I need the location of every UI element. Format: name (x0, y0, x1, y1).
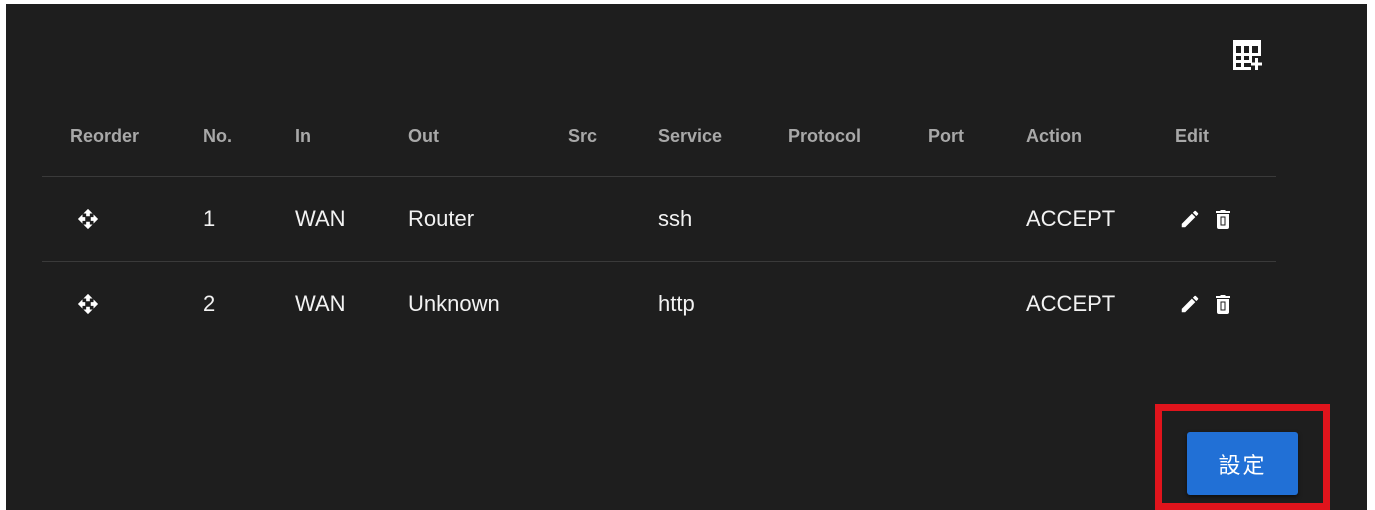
cell-edit-actions (1179, 177, 1231, 261)
cell-action: ACCEPT (1026, 291, 1116, 316)
header-action: Action (1026, 125, 1082, 146)
cell-service: ssh (658, 206, 693, 231)
header-protocol: Protocol (788, 125, 862, 146)
table-header-row: Reorder No. In Out Src Service Protocol … (42, 96, 1276, 177)
cell-service: http (658, 291, 695, 316)
trash-icon[interactable] (1215, 294, 1231, 314)
cell-in: WAN (295, 291, 346, 316)
table-row: 1 WAN Router ssh ACCEPT (42, 177, 1276, 262)
table-add-icon (1233, 40, 1262, 70)
rules-table: Reorder No. In Out Src Service Protocol … (42, 96, 1276, 346)
header-port: Port (928, 125, 964, 146)
header-reorder: Reorder (70, 125, 140, 146)
move-icon[interactable] (77, 208, 99, 230)
cell-no: 1 (203, 206, 216, 231)
header-src: Src (568, 125, 598, 146)
header-in: In (295, 125, 311, 146)
cell-out: Router (408, 206, 475, 231)
cell-no: 2 (203, 291, 216, 316)
trash-icon[interactable] (1215, 209, 1231, 229)
cell-edit-actions (1179, 262, 1231, 346)
header-service: Service (658, 125, 723, 146)
cell-in: WAN (295, 206, 346, 231)
header-edit: Edit (1175, 125, 1209, 146)
header-no: No. (203, 125, 232, 146)
move-icon[interactable] (77, 293, 99, 315)
cell-out: Unknown (408, 291, 500, 316)
header-out: Out (408, 125, 439, 146)
cell-action: ACCEPT (1026, 206, 1116, 231)
pencil-icon[interactable] (1179, 293, 1201, 315)
pencil-icon[interactable] (1179, 208, 1201, 230)
save-settings-button[interactable]: 設定 (1187, 432, 1298, 495)
table-row: 2 WAN Unknown http ACCEPT (42, 262, 1276, 346)
add-rule-button[interactable] (1228, 35, 1268, 75)
